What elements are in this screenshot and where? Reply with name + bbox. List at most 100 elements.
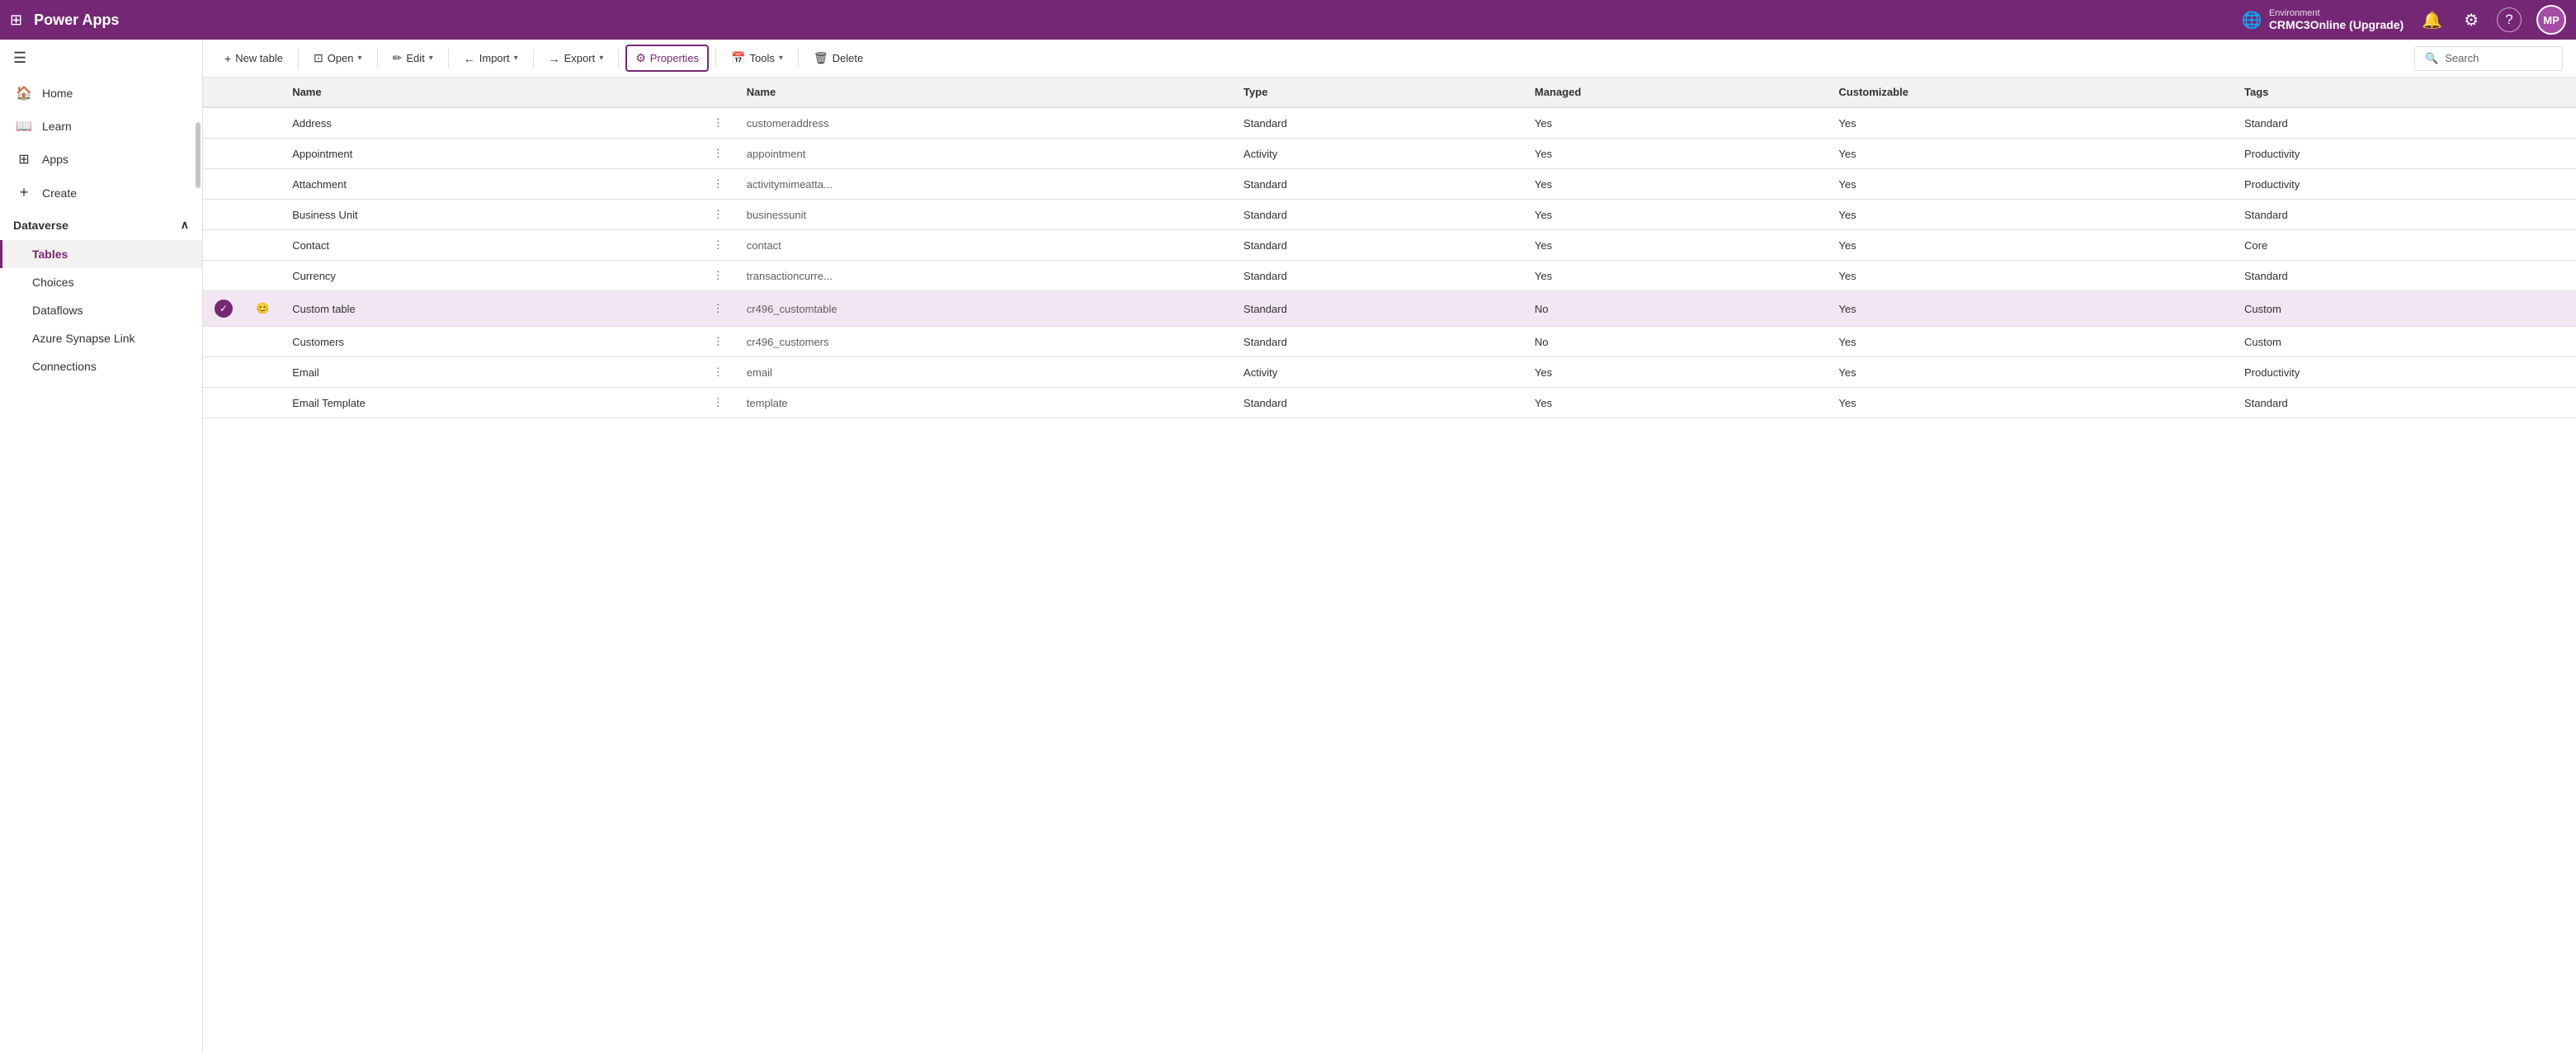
row-check-cell[interactable] xyxy=(203,107,244,139)
row-type-cell: Activity xyxy=(1232,139,1523,169)
sidebar-item-home[interactable]: 🏠 Home xyxy=(0,77,202,110)
row-emoji-cell xyxy=(244,261,281,291)
row-tech-name-cell: appointment xyxy=(735,139,1232,169)
row-type-cell: Standard xyxy=(1232,169,1523,200)
row-actions-menu[interactable]: ⋮ xyxy=(701,169,735,200)
table-row[interactable]: ✓😊Custom table⋮cr496_customtableStandard… xyxy=(203,291,2576,327)
table-row[interactable]: Email Template⋮templateStandardYesYesSta… xyxy=(203,388,2576,418)
row-emoji-cell xyxy=(244,388,281,418)
sidebar-item-apps[interactable]: ⊞ Apps xyxy=(0,143,202,176)
row-tech-name-cell: cr496_customers xyxy=(735,327,1232,357)
export-button[interactable]: → Export ▾ xyxy=(540,47,612,70)
col-customizable: Customizable xyxy=(1827,78,2233,107)
sidebar-scrollbar[interactable] xyxy=(196,122,201,188)
row-tags-cell: Standard xyxy=(2233,388,2576,418)
sidebar-item-tables-label: Tables xyxy=(32,248,68,261)
row-managed-cell: No xyxy=(1523,327,1828,357)
table-row[interactable]: Appointment⋮appointmentActivityYesYesPro… xyxy=(203,139,2576,169)
row-customizable-cell: Yes xyxy=(1827,291,2233,327)
row-check-cell[interactable] xyxy=(203,230,244,261)
settings-button[interactable]: ⚙ xyxy=(2460,7,2482,34)
row-check-cell[interactable]: ✓ xyxy=(203,291,244,327)
row-name-cell: Customers xyxy=(281,327,701,357)
new-table-button[interactable]: + New table xyxy=(216,47,291,70)
edit-icon: ✏ xyxy=(393,51,403,65)
row-actions-menu[interactable]: ⋮ xyxy=(701,200,735,230)
row-check-cell[interactable] xyxy=(203,327,244,357)
row-customizable-cell: Yes xyxy=(1827,388,2233,418)
row-managed-cell: Yes xyxy=(1523,261,1828,291)
row-actions-menu[interactable]: ⋮ xyxy=(701,327,735,357)
import-icon: ← xyxy=(464,52,475,65)
row-type-cell: Activity xyxy=(1232,357,1523,388)
row-emoji-cell xyxy=(244,169,281,200)
search-box[interactable]: 🔍 Search xyxy=(2414,46,2563,71)
top-navigation: ⊞ Power Apps 🌐 Environment CRMC3Online (… xyxy=(0,0,2576,40)
row-actions-menu[interactable]: ⋮ xyxy=(701,357,735,388)
row-actions-menu[interactable]: ⋮ xyxy=(701,107,735,139)
delete-button[interactable]: 🗑 Delete xyxy=(805,46,871,70)
sidebar-item-create[interactable]: + Create xyxy=(0,176,202,210)
sidebar-item-learn[interactable]: 📖 Learn xyxy=(0,110,202,143)
notifications-button[interactable]: 🔔 xyxy=(2418,7,2446,34)
row-name-cell: Email xyxy=(281,357,701,388)
row-tags-cell: Standard xyxy=(2233,107,2576,139)
row-actions-menu[interactable]: ⋮ xyxy=(701,261,735,291)
row-actions-menu[interactable]: ⋮ xyxy=(701,139,735,169)
sidebar-item-connections[interactable]: Connections xyxy=(0,352,202,380)
table-row[interactable]: Business Unit⋮businessunitStandardYesYes… xyxy=(203,200,2576,230)
table-row[interactable]: Currency⋮transactioncurre...StandardYesY… xyxy=(203,261,2576,291)
row-check-cell[interactable] xyxy=(203,200,244,230)
sidebar-item-tables[interactable]: Tables xyxy=(0,240,202,268)
sidebar-toggle[interactable]: ☰ xyxy=(0,40,202,77)
edit-button[interactable]: ✏ Edit ▾ xyxy=(385,46,441,70)
table-row[interactable]: Customers⋮cr496_customersStandardNoYesCu… xyxy=(203,327,2576,357)
tools-button[interactable]: 📅 Tools ▾ xyxy=(723,46,791,70)
sidebar-item-connections-label: Connections xyxy=(32,360,97,373)
row-tech-name-cell: cr496_customtable xyxy=(735,291,1232,327)
row-check-cell[interactable] xyxy=(203,388,244,418)
open-chevron: ▾ xyxy=(358,54,362,63)
row-actions-menu[interactable]: ⋮ xyxy=(701,291,735,327)
table-row[interactable]: Email⋮emailActivityYesYesProductivity xyxy=(203,357,2576,388)
row-customizable-cell: Yes xyxy=(1827,169,2233,200)
row-tech-name-cell: contact xyxy=(735,230,1232,261)
home-icon: 🏠 xyxy=(16,85,32,101)
row-managed-cell: Yes xyxy=(1523,169,1828,200)
user-avatar[interactable]: MP xyxy=(2536,5,2566,35)
import-chevron: ▾ xyxy=(514,54,518,63)
toolbar: + New table ⊡ Open ▾ ✏ Edit ▾ ← Import ▾ xyxy=(203,40,2576,78)
open-button[interactable]: ⊡ Open ▾ xyxy=(305,46,370,70)
import-button[interactable]: ← Import ▾ xyxy=(455,47,526,70)
open-icon: ⊡ xyxy=(314,51,323,65)
table-row[interactable]: Contact⋮contactStandardYesYesCore xyxy=(203,230,2576,261)
row-check-cell[interactable] xyxy=(203,261,244,291)
row-check-cell[interactable] xyxy=(203,139,244,169)
search-placeholder: Search xyxy=(2445,52,2479,64)
dataverse-section[interactable]: Dataverse ∧ xyxy=(0,210,202,240)
sidebar-item-home-label: Home xyxy=(42,87,73,100)
sidebar-item-choices[interactable]: Choices xyxy=(0,268,202,296)
row-managed-cell: Yes xyxy=(1523,200,1828,230)
help-button[interactable]: ? xyxy=(2497,7,2522,32)
row-name-cell: Address xyxy=(281,107,701,139)
row-tags-cell: Custom xyxy=(2233,327,2576,357)
row-type-cell: Standard xyxy=(1232,327,1523,357)
learn-icon: 📖 xyxy=(16,118,32,134)
col-check xyxy=(203,78,244,107)
row-actions-menu[interactable]: ⋮ xyxy=(701,230,735,261)
properties-button[interactable]: ⚙ Properties xyxy=(625,45,709,72)
dataverse-label: Dataverse xyxy=(13,219,68,232)
table-row[interactable]: Address⋮customeraddressStandardYesYesSta… xyxy=(203,107,2576,139)
sidebar-item-azure-synapse[interactable]: Azure Synapse Link xyxy=(0,324,202,352)
toolbar-divider-4 xyxy=(533,49,534,68)
sidebar-item-dataflows[interactable]: Dataflows xyxy=(0,296,202,324)
new-table-icon: + xyxy=(224,52,231,65)
row-name-cell: Contact xyxy=(281,230,701,261)
table-row[interactable]: Attachment⋮activitymimeatta...StandardYe… xyxy=(203,169,2576,200)
grid-icon[interactable]: ⊞ xyxy=(10,12,22,29)
row-managed-cell: Yes xyxy=(1523,388,1828,418)
row-check-cell[interactable] xyxy=(203,169,244,200)
row-check-cell[interactable] xyxy=(203,357,244,388)
row-actions-menu[interactable]: ⋮ xyxy=(701,388,735,418)
